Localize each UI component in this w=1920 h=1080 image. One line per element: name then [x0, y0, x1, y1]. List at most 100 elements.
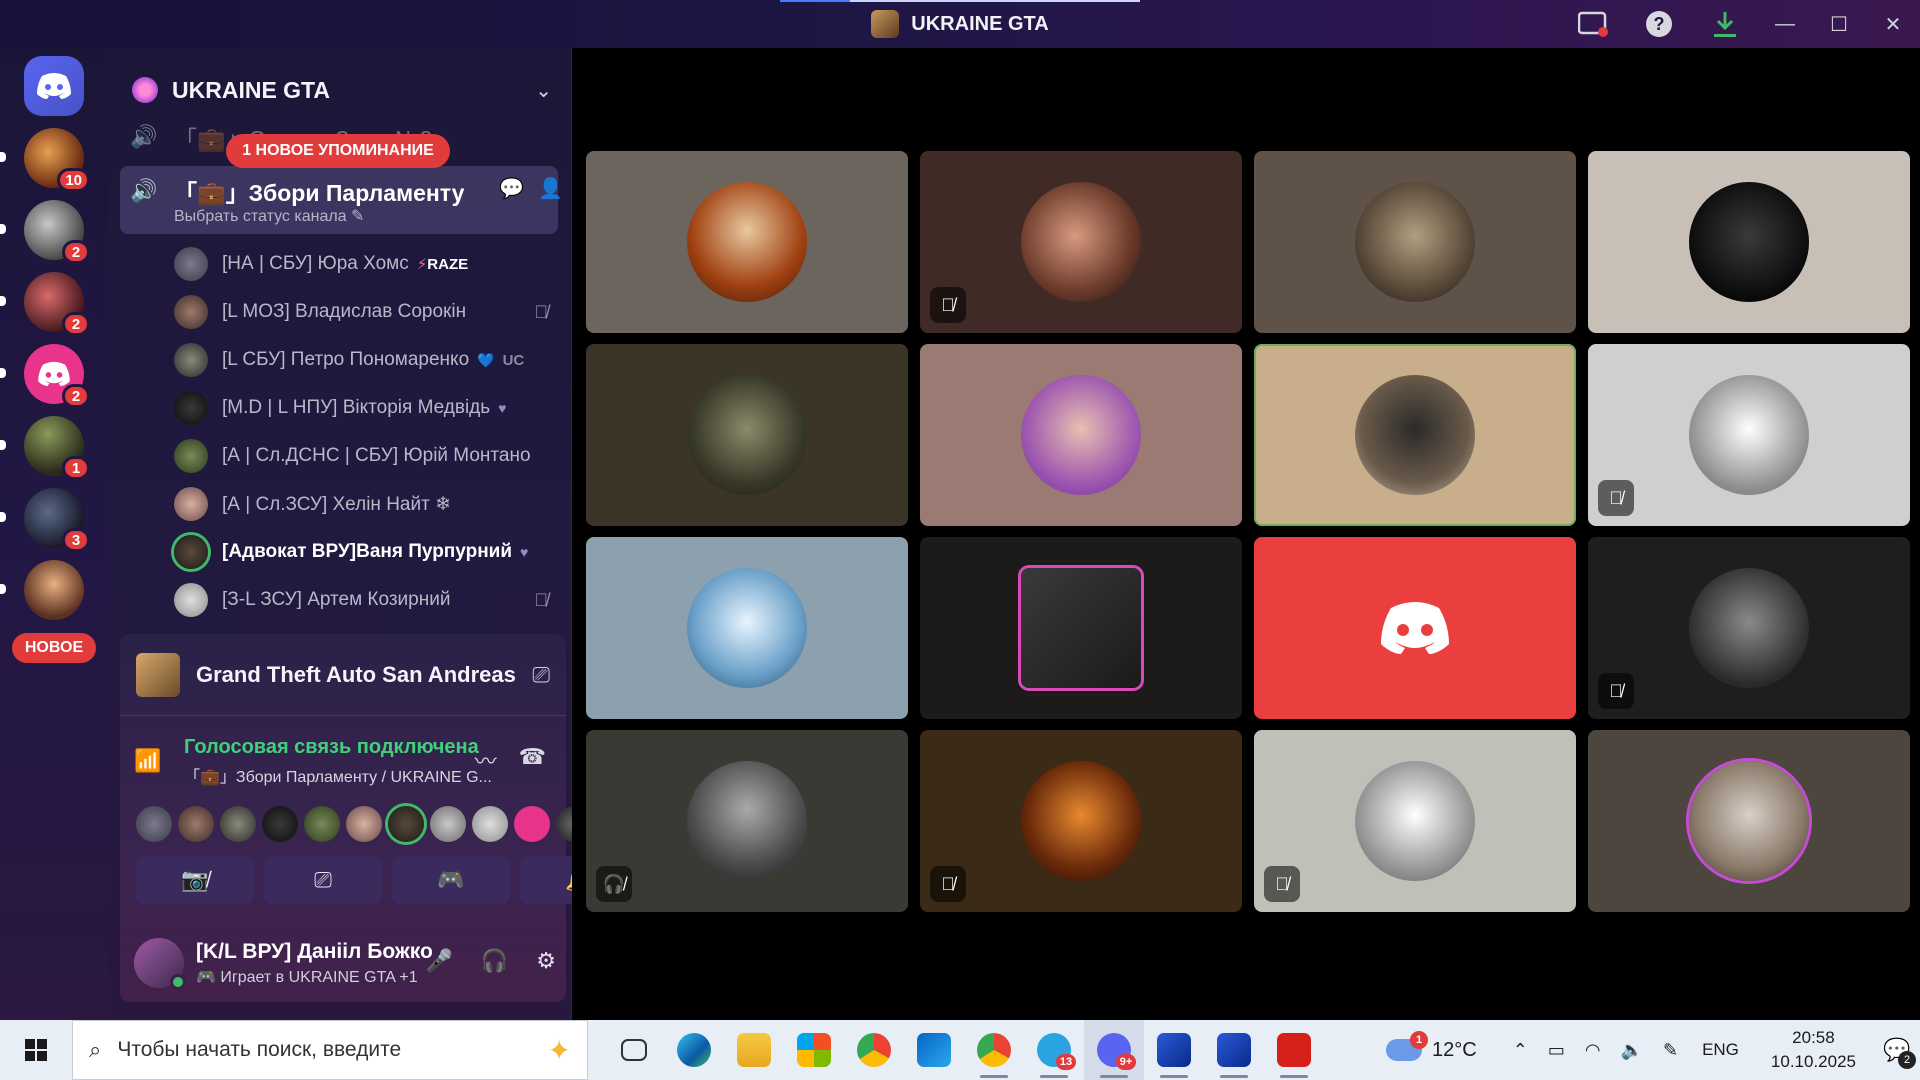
user-avatar[interactable]	[134, 938, 186, 990]
channel-status[interactable]: Выбрать статус канала ✎	[174, 206, 364, 226]
server-item[interactable]	[0, 560, 84, 620]
participant-avatar[interactable]	[220, 806, 256, 842]
participant-tile[interactable]	[586, 344, 908, 526]
activities-button[interactable]: 🎮	[392, 856, 510, 904]
voice-member[interactable]: [M.D | L НПУ] Вікторія Медвідь ♥	[174, 388, 554, 428]
server-item[interactable]: 10	[0, 128, 90, 192]
new-unread-pill[interactable]: НОВОЕ	[12, 633, 96, 663]
acrobat-icon[interactable]	[1264, 1020, 1324, 1080]
language-indicator[interactable]: ENG	[1702, 1040, 1739, 1060]
participant-tile[interactable]	[920, 344, 1242, 526]
close-icon[interactable]: ✕	[1866, 0, 1920, 48]
voice-member[interactable]: [Адвокат ВРУ]Ваня Пурпурний ♥	[174, 532, 554, 572]
camera-off-button[interactable]: 📷̸	[136, 856, 254, 904]
server-item[interactable]: 2	[0, 272, 90, 336]
notifications-icon[interactable]: 💬 2	[1874, 1037, 1920, 1069]
voice-member[interactable]: [А | Сл.ЗСУ] Хелін Найт ❄	[174, 484, 554, 524]
participant-tile[interactable]: 🎙̸	[1254, 730, 1576, 912]
clock[interactable]: 20:58 10.10.2025	[1771, 1026, 1856, 1074]
server-item[interactable]: 2	[0, 200, 90, 264]
participant-tile[interactable]	[586, 537, 908, 719]
weather-widget[interactable]: 1 12°C	[1386, 1031, 1477, 1062]
download-icon[interactable]	[1692, 0, 1758, 48]
add-member-icon[interactable]: 👤	[538, 176, 563, 201]
username[interactable]: [K/L ВРУ] Данііл Божко	[196, 940, 433, 964]
participant-tile[interactable]: 🎙̸	[1588, 344, 1910, 526]
participant-avatar[interactable]	[388, 806, 424, 842]
file-explorer-icon[interactable]	[724, 1020, 784, 1080]
participant-tile-speaking[interactable]	[1254, 344, 1576, 526]
share-screen-button[interactable]: ⎚	[264, 856, 382, 904]
game-activity[interactable]: Grand Theft Auto San Andreas ⎚	[120, 634, 566, 716]
telegram-icon[interactable]: 13	[1024, 1020, 1084, 1080]
participant-tile[interactable]	[1254, 151, 1576, 333]
minimize-icon[interactable]: —	[1758, 0, 1812, 48]
screen-share-icon[interactable]	[1560, 0, 1626, 48]
discord-icon[interactable]: 9+	[1084, 1020, 1144, 1080]
wifi-icon[interactable]: ◠	[1585, 1040, 1601, 1061]
participant-tile[interactable]: 🎙̸	[920, 151, 1242, 333]
battery-icon[interactable]: ▭	[1548, 1040, 1565, 1061]
participant-tile[interactable]	[1588, 151, 1910, 333]
task-view-icon[interactable]	[604, 1020, 664, 1080]
voice-member[interactable]: [А | Сл.ДСНС | СБУ] Юрій Монтано	[174, 436, 554, 476]
disconnect-icon[interactable]: ☎	[519, 744, 546, 776]
participant-tile[interactable]: 🎙̸	[1588, 537, 1910, 719]
server-header[interactable]: UKRAINE GTA ⌄	[132, 72, 552, 108]
voice-channel-label[interactable]: 「💼」Збори Парламенту / UKRAINE G...	[184, 763, 492, 787]
unread-badge: 3	[62, 528, 90, 552]
participant-avatar[interactable]	[430, 806, 466, 842]
participant-avatar[interactable]	[346, 806, 382, 842]
channel-sidebar: UKRAINE GTA ⌄ 🔊 「💼」Сирена Зала №2 🔊 「💼」З…	[108, 48, 638, 1020]
participant-avatar	[1689, 761, 1809, 881]
server-item[interactable]: 2	[0, 344, 90, 408]
participant-avatar[interactable]	[304, 806, 340, 842]
launcher-icon[interactable]	[1144, 1020, 1204, 1080]
participant-avatar[interactable]	[472, 806, 508, 842]
start-button[interactable]	[0, 1020, 72, 1080]
participant-tile[interactable]: 🎧̸	[586, 730, 908, 912]
chevron-up-icon[interactable]: ⌃	[1513, 1040, 1528, 1061]
voice-member[interactable]: [З-L ЗСУ] Артем Козирний 🎙̸	[174, 580, 554, 620]
chat-bubble-icon[interactable]: 💬	[499, 176, 524, 201]
participant-avatar[interactable]	[262, 806, 298, 842]
voice-member[interactable]: [НА | СБУ] Юра Хомс ⚡RAZE	[174, 244, 554, 284]
headphones-icon[interactable]: 🎧	[481, 948, 508, 974]
help-icon[interactable]: ?	[1626, 0, 1692, 48]
chevron-down-icon[interactable]: ⌄	[535, 78, 552, 103]
user-status: 🎮 Играет в UKRAINE GTA +1	[196, 968, 418, 986]
participant-avatar[interactable]	[178, 806, 214, 842]
mention-pill[interactable]: 1 НОВОЕ УПОМИНАНИЕ	[226, 134, 450, 168]
discord-home-button[interactable]	[24, 56, 84, 116]
microphone-icon[interactable]: 🎤	[425, 948, 452, 974]
server-item[interactable]: 3	[0, 488, 90, 552]
edge-icon[interactable]	[664, 1020, 724, 1080]
chrome-icon[interactable]	[844, 1020, 904, 1080]
pen-icon[interactable]: ✎	[1663, 1040, 1678, 1061]
stream-game-icon[interactable]: ⎚	[532, 662, 550, 688]
voice-member[interactable]: [L СБУ] Петро Пономаренко 💙 UC	[174, 340, 554, 380]
participant-tile[interactable]	[920, 537, 1242, 719]
mic-muted-icon: 🎙̸	[930, 866, 966, 902]
chrome-profile-icon[interactable]	[964, 1020, 1024, 1080]
participant-avatar[interactable]	[514, 806, 550, 842]
outlook-icon[interactable]	[904, 1020, 964, 1080]
launcher-icon-2[interactable]	[1204, 1020, 1264, 1080]
voice-member[interactable]: [L МОЗ] Владислав Сорокін 🎙̸	[174, 292, 554, 332]
discord-logo-icon	[1355, 568, 1475, 688]
participant-tile[interactable]: 🎙̸	[920, 730, 1242, 912]
participant-tile[interactable]	[1588, 730, 1910, 912]
maximize-icon[interactable]: ☐	[1812, 0, 1866, 48]
participant-avatar[interactable]	[136, 806, 172, 842]
participant-avatar	[687, 375, 807, 495]
volume-icon[interactable]: 🔈	[1621, 1040, 1643, 1061]
microsoft-store-icon[interactable]	[784, 1020, 844, 1080]
taskbar-search[interactable]: ⌕ Чтобы начать поиск, введите ✦	[72, 1020, 588, 1080]
signal-icon[interactable]: 📶	[134, 748, 170, 774]
server-item[interactable]: 1	[0, 416, 90, 480]
noise-suppression-icon[interactable]: 〰	[475, 744, 497, 776]
participant-tile[interactable]	[1254, 537, 1576, 719]
settings-gear-icon[interactable]: ⚙	[536, 948, 556, 974]
participant-tile[interactable]	[586, 151, 908, 333]
voice-connected-label[interactable]: Голосовая связь подключена	[184, 736, 492, 759]
